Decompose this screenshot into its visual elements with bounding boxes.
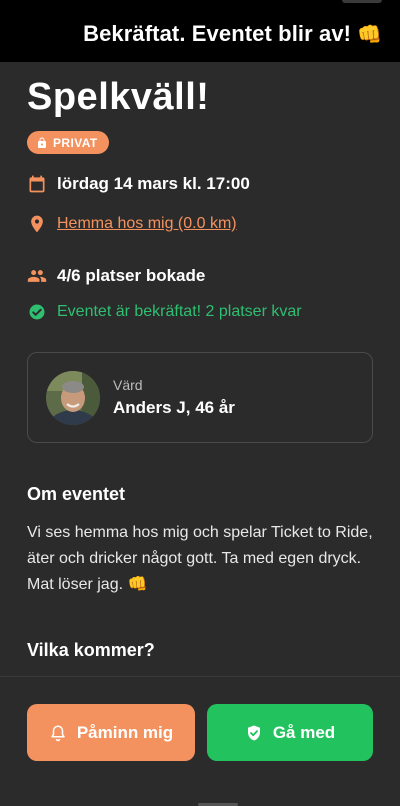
join-label: Gå med [272,722,336,742]
people-icon [27,266,47,286]
privacy-badge: PRIVAT [27,131,109,154]
status-text: Eventet är bekräftat! 2 platser kvar [57,303,302,320]
event-status: Eventet är bekräftat! 2 platser kvar [27,302,302,322]
host-info: Värd Anders J, 46 år [113,377,235,418]
fist-emoji: 👊 [357,23,382,46]
banner-text: Bekräftat. Eventet blir av! [83,21,352,46]
confirmation-banner: Bekräftat. Eventet blir av! 👊 [0,0,400,62]
event-date-text: lördag 14 mars kl. 17:00 [57,174,250,193]
host-card[interactable]: Värd Anders J, 46 år [27,352,373,443]
badge-label: PRIVAT [53,135,98,150]
event-location[interactable]: Hemma hos mig (0.0 km) [27,214,237,234]
spots-booked: 4/6 platser bokade [27,266,205,286]
action-bar: Påminn mig Gå med [0,676,400,806]
spots-text: 4/6 platser bokade [57,266,206,285]
check-circle-icon [27,302,47,322]
event-title: Spelkväll! [27,76,210,118]
remind-label: Påminn mig [76,722,174,742]
about-title: Om eventet [27,484,126,504]
host-label: Värd [113,377,143,393]
location-link[interactable]: Hemma hos mig (0.0 km) [57,215,237,233]
remind-me-button[interactable]: Påminn mig [27,704,195,761]
attendees-title: Vilka kommer? [27,640,155,660]
host-avatar[interactable] [46,370,100,425]
calendar-icon [27,174,47,194]
event-date: lördag 14 mars kl. 17:00 [27,174,250,194]
bell-icon [49,724,67,742]
host-name: Anders J, 46 år [113,398,235,417]
shield-check-icon [245,724,263,742]
event-detail-sheet[interactable]: Spelkväll! PRIVAT lördag 14 mars kl. 17:… [0,62,400,806]
about-text: Vi ses hemma hos mig och spelar Ticket t… [27,524,373,593]
lock-icon [38,137,46,148]
location-pin-icon [27,214,47,234]
join-button[interactable]: Gå med [207,704,373,761]
status-indicator [342,0,382,3]
